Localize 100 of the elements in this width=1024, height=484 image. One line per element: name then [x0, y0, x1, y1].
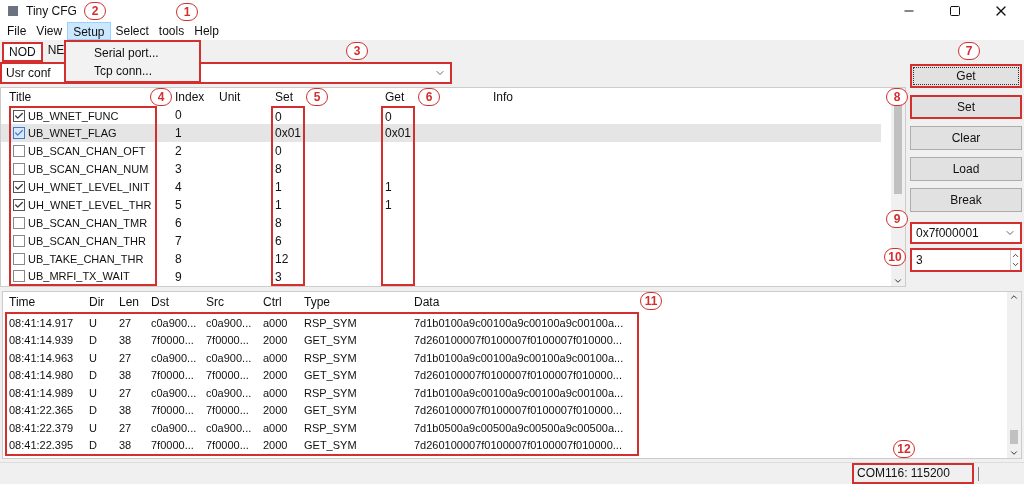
table-cell-text: a000 [263, 420, 289, 436]
menu-item[interactable]: Setup [67, 22, 111, 40]
menu-item[interactable]: File [2, 22, 32, 40]
table-cell-text: UB_SCAN_CHAN_TMR [28, 215, 148, 231]
chevron-up-icon[interactable] [1009, 292, 1019, 302]
table-cell: 0 [271, 142, 305, 160]
table-cell-text: 27 [119, 420, 133, 436]
checkbox[interactable] [13, 110, 25, 122]
column-header[interactable]: Data [414, 295, 440, 309]
menu-item[interactable]: View [31, 22, 68, 40]
column-header[interactable]: Type [304, 295, 330, 309]
column-header[interactable]: Get [385, 90, 405, 104]
scrollbar[interactable] [1007, 292, 1021, 458]
table-cell-text: 3 [175, 161, 183, 178]
checkbox[interactable] [13, 270, 25, 282]
table-cell-text: 7d1b0100a9c00100a9c00100a9c00100a... [414, 350, 624, 366]
table-row[interactable]: UB_SCAN_CHAN_NUM 3 8 [1, 160, 881, 178]
table-cell: 1 [381, 178, 415, 196]
table-cell-text: 27 [119, 385, 133, 401]
table-row[interactable]: UH_WNET_LEVEL_THR 5 1 1 [1, 196, 881, 214]
table-cell-text: 38 [119, 438, 133, 453]
spin-down-icon[interactable] [1011, 260, 1020, 269]
table-cell-text: 7d260100007f0100007f0100007f010000... [414, 403, 623, 418]
table-cell-text: 27 [119, 315, 133, 331]
checkbox[interactable] [13, 253, 25, 265]
table-cell: 1 [381, 196, 415, 214]
column-header[interactable]: Len [119, 295, 140, 309]
table-cell-text: RSP_SYM [304, 385, 358, 401]
menu-item[interactable]: tools [153, 22, 190, 40]
status-divider [978, 466, 979, 481]
table-row[interactable]: UB_SCAN_CHAN_OFT 2 0 [1, 142, 881, 160]
menu-option[interactable]: Tcp conn... [94, 61, 199, 80]
app-icon [8, 6, 18, 16]
menu-item[interactable]: Select [110, 22, 154, 40]
table-row[interactable]: UB_MRFI_TX_WAIT 9 3 [1, 268, 881, 286]
table-cell-text: a000 [263, 385, 289, 401]
checkbox[interactable] [13, 235, 25, 247]
table-cell-text: 7 [175, 233, 183, 250]
table-cell-text: 7f0000... [151, 403, 195, 418]
table-cell-text: U [89, 420, 98, 436]
column-header[interactable]: Info [493, 90, 513, 104]
scrollbar-thumb[interactable] [1010, 430, 1018, 444]
column-header[interactable]: Src [206, 295, 224, 309]
table-cell-text: UB_WNET_FUNC [28, 108, 119, 124]
scrollbar-thumb[interactable] [894, 104, 902, 194]
table-cell-text: 0 [175, 107, 183, 124]
action-button[interactable]: Clear [910, 126, 1022, 150]
checkbox[interactable] [13, 217, 25, 229]
table-cell-text: 08:41:22.395 [9, 438, 75, 453]
column-header[interactable]: Time [9, 295, 36, 309]
table-row[interactable]: UB_SCAN_CHAN_THR 7 6 [1, 232, 881, 250]
menu-item[interactable]: Help [189, 22, 224, 40]
table-cell: 0x01 [271, 124, 305, 142]
action-button[interactable]: Load [910, 157, 1022, 181]
port-status: COM116: 115200 [852, 463, 974, 484]
column-header[interactable]: Ctrl [263, 295, 282, 309]
table-cell-text: 5 [175, 197, 183, 214]
table-cell-text: 38 [119, 403, 133, 418]
table-cell: 8 [271, 160, 305, 178]
table-cell-text: 08:41:22.379 [9, 420, 75, 436]
callout-number: 7 [958, 42, 980, 60]
table-cell-text: 7f0000... [206, 368, 250, 383]
column-header[interactable]: Dst [151, 295, 169, 309]
table-cell-text: 6 [175, 215, 183, 232]
table-cell-text: RSP_SYM [304, 420, 358, 436]
action-button[interactable]: Break [910, 188, 1022, 212]
chevron-down-icon[interactable] [1009, 448, 1019, 458]
table-cell-text: a000 [263, 350, 289, 366]
table-cell-text: 2000 [263, 403, 289, 418]
table-cell-text: GET_SYM [304, 438, 358, 453]
table-cell-text: 7f0000... [206, 403, 250, 418]
menu-option[interactable]: Serial port... [94, 43, 199, 62]
column-header[interactable]: Dir [89, 295, 105, 309]
table-cell-text: D [89, 403, 98, 418]
table-cell-text: c0a900... [151, 315, 198, 331]
checkbox[interactable] [13, 127, 25, 139]
column-header[interactable]: Index [175, 90, 205, 104]
chevron-down-icon[interactable] [893, 276, 903, 286]
action-button[interactable]: Get [910, 64, 1022, 88]
column-header[interactable]: Title [9, 90, 32, 104]
column-header[interactable]: Set [275, 90, 293, 104]
table-row[interactable]: UH_WNET_LEVEL_INIT 4 1 1 [1, 178, 881, 196]
table-cell-text: U [89, 385, 98, 401]
action-button[interactable]: Set [910, 95, 1022, 119]
checkbox[interactable] [13, 145, 25, 157]
address-select[interactable]: 0x7f000001 [910, 222, 1022, 244]
count-spinner[interactable]: 3 [910, 248, 1022, 272]
checkbox[interactable] [13, 199, 25, 211]
table-cell-text: D [89, 333, 98, 348]
table-cell-text: 7d260100007f0100007f0100007f010000... [414, 368, 623, 383]
checkbox[interactable] [13, 163, 25, 175]
table-row[interactable]: UB_TAKE_CHAN_THR 8 12 [1, 250, 881, 268]
column-header[interactable]: Unit [219, 90, 241, 104]
table-cell-text: GET_SYM [304, 333, 358, 348]
checkbox[interactable] [13, 181, 25, 193]
table-cell-text: c0a900... [151, 420, 198, 436]
table-row[interactable]: UB_WNET_FLAG 1 0x01 0x01 [1, 124, 881, 142]
spin-up-icon[interactable] [1011, 251, 1020, 260]
table-row[interactable]: UB_SCAN_CHAN_TMR 6 8 [1, 214, 881, 232]
tab[interactable]: NOD [2, 42, 43, 62]
